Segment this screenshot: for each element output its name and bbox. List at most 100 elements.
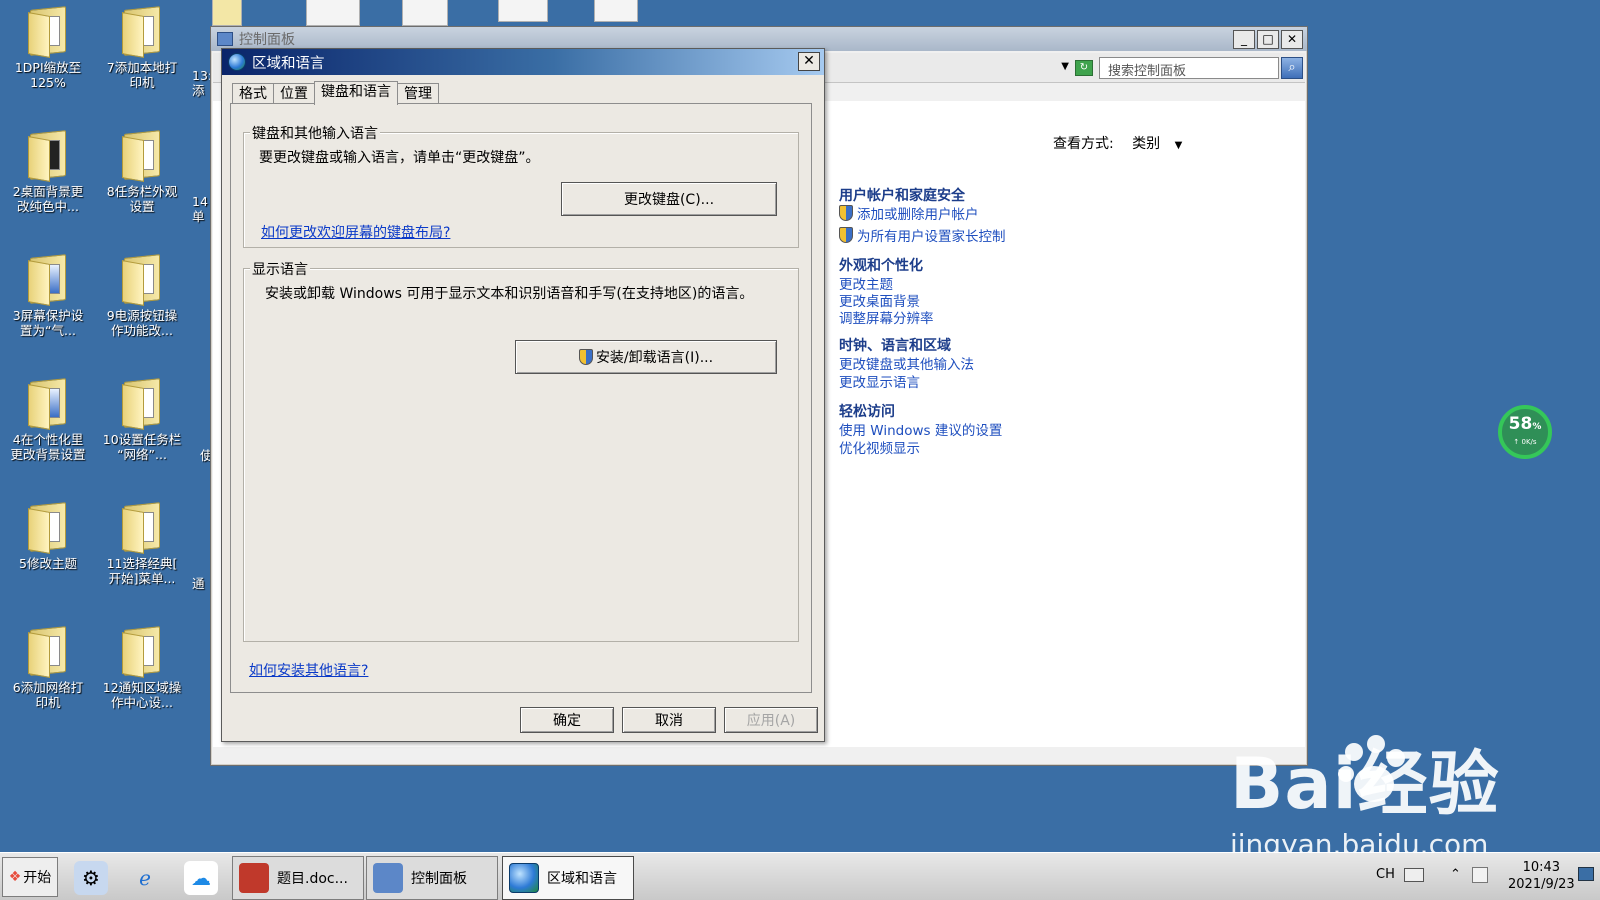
search-icon[interactable]: ⌕ xyxy=(1281,57,1303,79)
category-link[interactable]: 调整屏幕分辨率 xyxy=(839,307,934,327)
internet-explorer-icon[interactable]: ℯ xyxy=(128,861,162,895)
desktop-icon-label: 12通知区域操 作中心设... xyxy=(102,680,182,710)
uac-shield-icon xyxy=(839,205,853,221)
desktop-icon-label-partial: 通 xyxy=(192,576,205,591)
tab-location[interactable]: 位置 xyxy=(273,83,315,105)
folder-icon xyxy=(120,378,164,430)
start-label: 开始 xyxy=(23,870,52,886)
close-button[interactable]: ✕ xyxy=(1281,30,1303,49)
desktop-icon-label: 11选择经典[ 开始]菜单... xyxy=(106,556,178,586)
globe-icon xyxy=(228,53,246,71)
folder-icon xyxy=(120,6,164,58)
category-link-label: 调整屏幕分辨率 xyxy=(839,311,934,327)
wps-writer-icon xyxy=(239,863,269,893)
desktop-folder-icon[interactable]: 5修改主题 xyxy=(0,496,96,571)
task-label: 区域和语言 xyxy=(547,871,617,887)
apply-button[interactable]: 应用(A) xyxy=(724,707,818,733)
start-button[interactable]: ❖ 开始 xyxy=(2,857,58,897)
desktop-icon-label: 3屏幕保护设 置为“气... xyxy=(12,308,84,338)
partial-file-icon[interactable] xyxy=(212,0,242,26)
taskbar: ❖ 开始 ⚙ ℯ ☁ 题目.doc... 控制面板 区域和语言 CH ⌃ 10:… xyxy=(0,852,1600,900)
category-link[interactable]: 添加或删除用户帐户 xyxy=(839,203,979,223)
category-link[interactable]: 更改键盘或其他输入法 xyxy=(839,353,974,373)
desktop-folder-icon[interactable]: 6添加网络打 印机 xyxy=(0,620,96,710)
desktop-icon-label: 6添加网络打 印机 xyxy=(12,680,84,710)
welcome-keyboard-layout-link[interactable]: 如何更改欢迎屏幕的键盘布局? xyxy=(261,222,450,242)
language-indicator[interactable]: CH xyxy=(1376,867,1395,882)
explorer-quick-icon[interactable]: ⚙ xyxy=(74,861,108,895)
category-link[interactable]: 更改显示语言 xyxy=(839,371,920,391)
task-label: 题目.doc... xyxy=(277,871,348,887)
change-keyboard-button[interactable]: 更改键盘(C)... xyxy=(561,182,777,216)
desktop-icon-label: 4在个性化里 更改背景设置 xyxy=(10,432,86,462)
install-uninstall-language-button[interactable]: 安装/卸载语言(I)... xyxy=(515,340,777,374)
ok-button[interactable]: 确定 xyxy=(520,707,614,733)
desktop-folder-icon[interactable]: 1DPI缩放至 125% xyxy=(0,0,96,90)
category-link-label: 优化视频显示 xyxy=(839,441,920,457)
search-input[interactable]: 搜索控制面板 xyxy=(1099,57,1279,79)
desktop-folder-icon[interactable]: 9电源按钮操 作功能改... xyxy=(94,248,190,338)
desktop-folder-icon[interactable]: 11选择经典[ 开始]菜单... xyxy=(94,496,190,586)
show-hidden-icons-icon[interactable]: ⌃ xyxy=(1450,867,1461,882)
display-language-description: 安装或卸载 Windows 可用于显示文本和识别语音和手写(在支持地区)的语言。 xyxy=(265,286,754,302)
install-other-languages-link[interactable]: 如何安装其他语言? xyxy=(249,660,368,680)
keyboard-group-label: 键盘和其他输入语言 xyxy=(250,123,380,143)
clock-date: 2021/9/23 xyxy=(1508,877,1575,892)
dialog-close-button[interactable]: ✕ xyxy=(798,52,820,71)
desktop-folder-icon[interactable]: 4在个性化里 更改背景设置 xyxy=(0,372,96,462)
desktop-folder-icon[interactable]: 8任务栏外观 设置 xyxy=(94,124,190,214)
keyboard-description: 要更改键盘或输入语言，请单击“更改键盘”。 xyxy=(259,150,540,166)
partial-file-icon[interactable] xyxy=(306,0,360,26)
category-title[interactable]: 外观和个性化 xyxy=(839,255,923,275)
window-controls: _ □ ✕ xyxy=(1233,30,1303,49)
cancel-button[interactable]: 取消 xyxy=(622,707,716,733)
desktop-folder-icon[interactable]: 7添加本地打 印机 xyxy=(94,0,190,90)
desktop-icon-label: 9电源按钮操 作功能改... xyxy=(106,308,178,338)
tab-keyboard-language[interactable]: 键盘和语言 xyxy=(314,81,398,105)
desktop-icon-label: 5修改主题 xyxy=(19,556,77,571)
category-title[interactable]: 时钟、语言和区域 xyxy=(839,335,951,355)
clock[interactable]: 10:43 2021/9/23 xyxy=(1508,859,1575,893)
category-link[interactable]: 为所有用户设置家长控制 xyxy=(839,225,1006,245)
partial-file-icon[interactable] xyxy=(594,0,638,22)
desktop-icon-label: 10设置任务栏 “网络”... xyxy=(102,432,182,462)
control-panel-title: 控制面板 xyxy=(239,32,295,48)
folder-icon xyxy=(26,6,70,58)
chevron-down-icon[interactable]: ▼ xyxy=(1175,140,1183,151)
desktop-folder-icon[interactable]: 12通知区域操 作中心设... xyxy=(94,620,190,710)
folder-icon xyxy=(120,254,164,306)
tab-panel: 键盘和其他输入语言 要更改键盘或输入语言，请单击“更改键盘”。 更改键盘(C).… xyxy=(230,103,812,693)
gauge-speed: ↑ 0K/s xyxy=(1513,438,1537,446)
refresh-button[interactable]: ↻ xyxy=(1075,60,1093,76)
task-word-document[interactable]: 题目.doc... xyxy=(232,856,364,900)
task-region-language[interactable]: 区域和语言 xyxy=(502,856,634,900)
desktop-folder-icon[interactable]: 3屏幕保护设 置为“气... xyxy=(0,248,96,338)
uac-shield-icon xyxy=(578,349,593,365)
folder-icon xyxy=(26,254,70,306)
maximize-button[interactable]: □ xyxy=(1257,30,1279,49)
view-by-selector[interactable]: 查看方式: 类别 ▼ xyxy=(1053,133,1182,153)
desktop-icon-label: 8任务栏外观 设置 xyxy=(106,184,178,214)
install-uninstall-language-label: 安装/卸载语言(I)... xyxy=(595,350,714,366)
keyboard-icon[interactable] xyxy=(1404,868,1424,882)
category-title[interactable]: 轻松访问 xyxy=(839,401,895,421)
category-link[interactable]: 使用 Windows 建议的设置 xyxy=(839,419,1002,439)
dialog-titlebar[interactable]: 区域和语言 xyxy=(222,49,824,75)
category-link[interactable]: 优化视频显示 xyxy=(839,437,920,457)
task-control-panel[interactable]: 控制面板 xyxy=(366,856,498,900)
tab-administrative[interactable]: 管理 xyxy=(397,83,439,105)
desktop-icon-label: 1DPI缩放至 125% xyxy=(14,60,82,90)
address-dropdown-icon[interactable]: ▼ xyxy=(1061,61,1069,72)
action-center-icon[interactable] xyxy=(1472,867,1488,883)
tab-format[interactable]: 格式 xyxy=(232,83,274,105)
network-speed-gauge[interactable]: 58% ↑ 0K/s xyxy=(1498,405,1552,459)
view-by-value[interactable]: 类别 xyxy=(1132,136,1160,152)
partial-file-icon[interactable] xyxy=(402,0,448,26)
category-title[interactable]: 用户帐户和家庭安全 xyxy=(839,185,965,205)
desktop-folder-icon[interactable]: 2桌面背景更 改纯色中... xyxy=(0,124,96,214)
desktop-folder-icon[interactable]: 10设置任务栏 “网络”... xyxy=(94,372,190,462)
baidu-netdisk-icon[interactable]: ☁ xyxy=(184,861,218,895)
partial-file-icon[interactable] xyxy=(498,0,548,22)
show-desktop-button[interactable] xyxy=(1578,867,1594,881)
minimize-button[interactable]: _ xyxy=(1233,30,1255,49)
